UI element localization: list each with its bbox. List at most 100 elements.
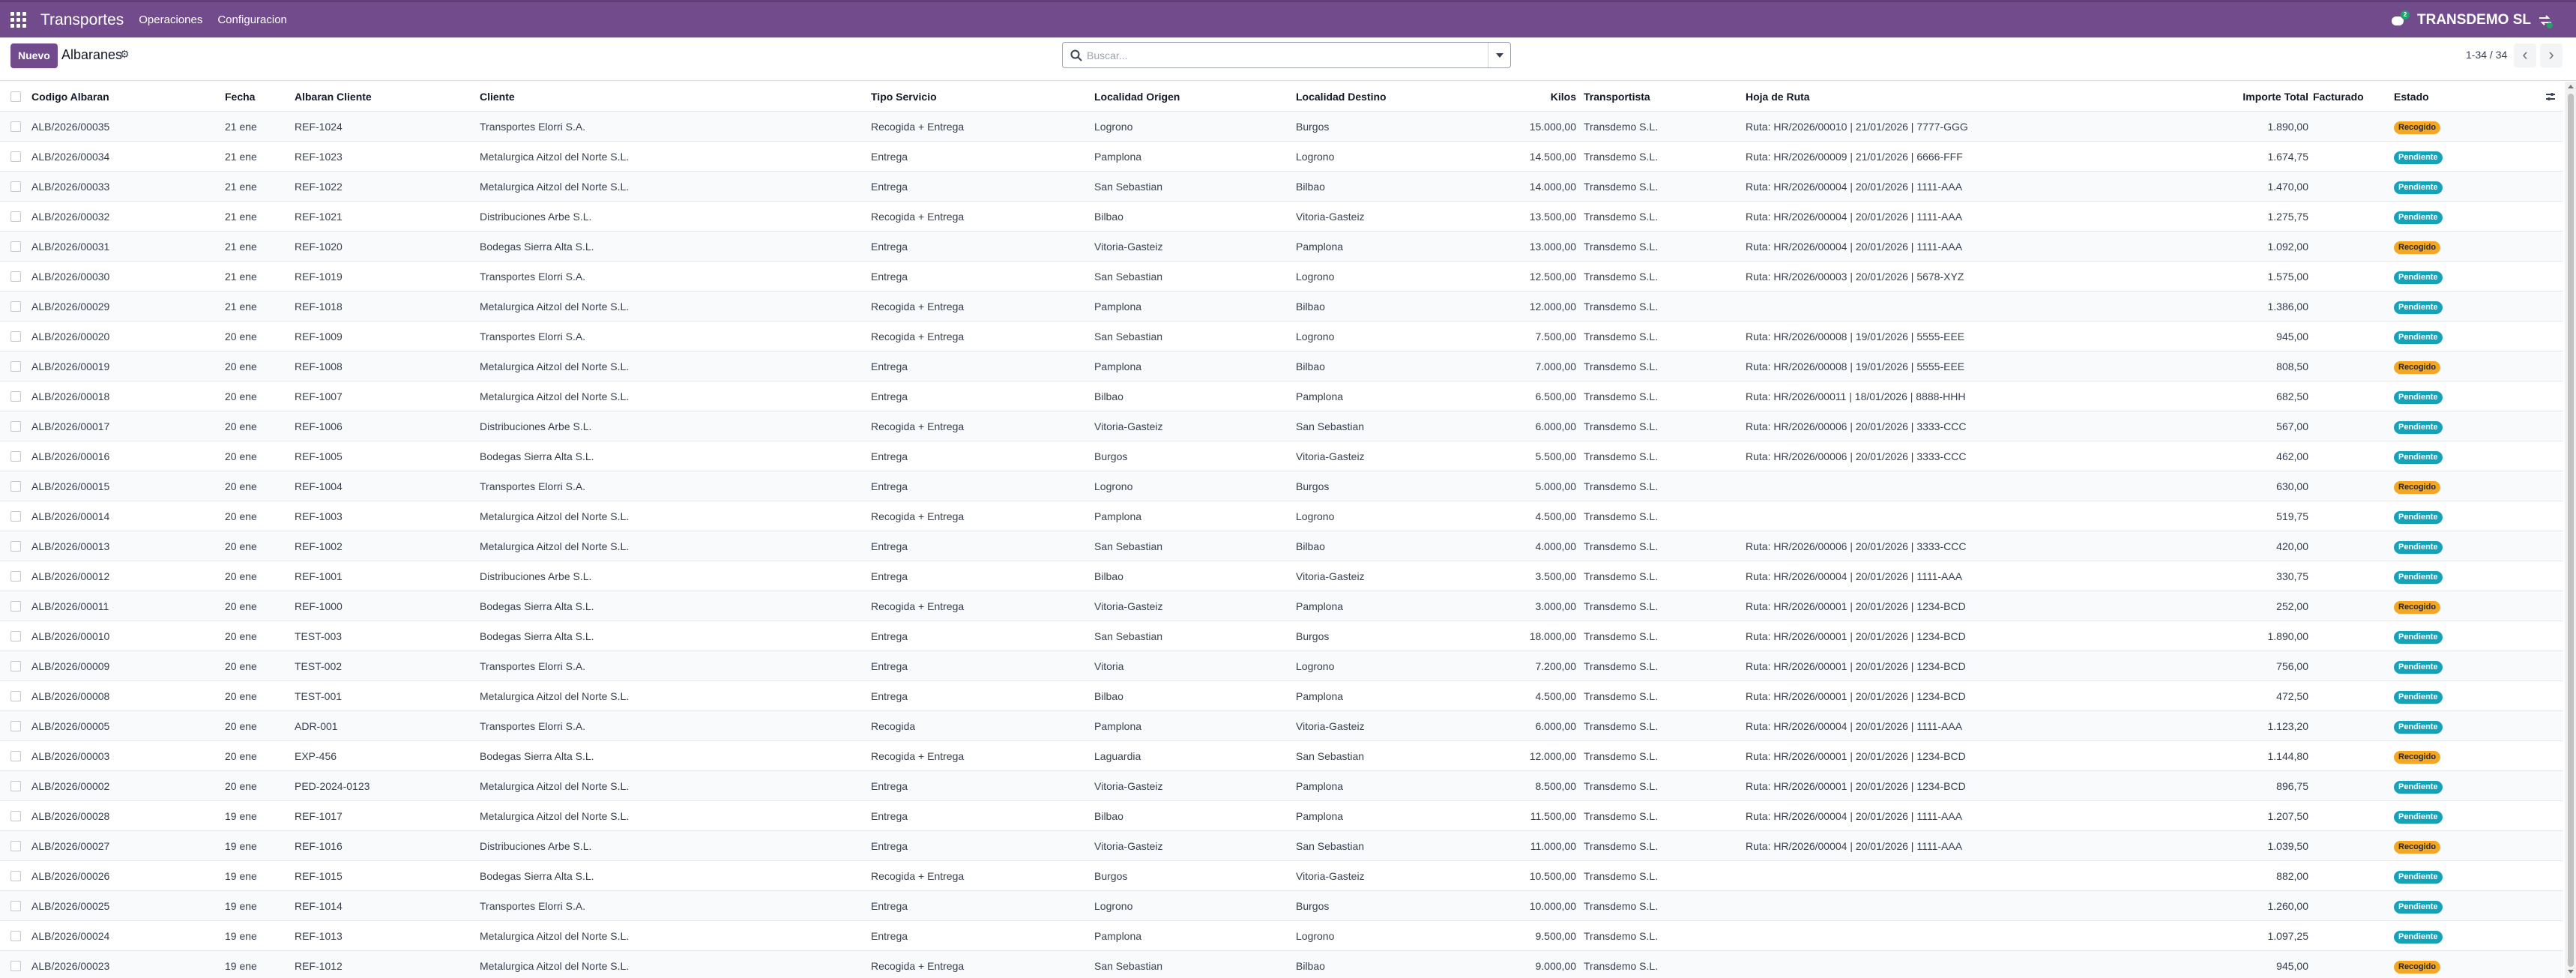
app-title[interactable]: Transportes (40, 11, 124, 29)
column-header-transportista[interactable]: Transportista (1584, 82, 1741, 112)
table-row[interactable]: ALB/2026/00025 19 ene REF-1014 Transportes … (0, 891, 2563, 921)
table-row[interactable]: ALB/2026/00013 20 ene REF-1002 Metalurgica … (0, 531, 2563, 561)
status-badge: Pendiente (2394, 930, 2443, 944)
row-checkbox[interactable] (10, 961, 21, 971)
cell-transportista: Transdemo S.L. (1584, 960, 1659, 972)
column-header-hoja-ruta[interactable]: Hoja de Ruta (1746, 82, 2150, 112)
cell-facturado (2313, 831, 2388, 861)
table-row[interactable]: ALB/2026/00033 21 ene REF-1022 Metalurgica … (0, 172, 2563, 202)
table-row[interactable]: ALB/2026/00003 20 ene EXP-456 Bodegas Sierr… (0, 741, 2563, 771)
table-row[interactable]: ALB/2026/00017 20 ene REF-1006 Distribucion… (0, 411, 2563, 441)
row-checkbox[interactable] (10, 811, 21, 821)
row-checkbox[interactable] (10, 421, 21, 432)
company-switch-icon[interactable] (2537, 12, 2554, 28)
row-checkbox[interactable] (10, 271, 21, 282)
row-checkbox[interactable] (10, 631, 21, 642)
row-checkbox[interactable] (10, 301, 21, 312)
row-checkbox[interactable] (10, 361, 21, 372)
scroll-down-arrow[interactable] (2568, 970, 2574, 974)
table-row[interactable]: ALB/2026/00026 19 ene REF-1015 Bodegas Sier… (0, 861, 2563, 891)
row-checkbox[interactable] (10, 901, 21, 911)
table-row[interactable]: ALB/2026/00002 20 ene PED-2024-0123 Metalur… (0, 771, 2563, 801)
row-checkbox[interactable] (10, 691, 21, 701)
company-switcher[interactable]: TRANSDEMO SL (2417, 12, 2531, 28)
pager-next-button[interactable]: › (2540, 43, 2563, 67)
row-checkbox[interactable] (10, 841, 21, 851)
row-checkbox[interactable] (10, 151, 21, 162)
row-checkbox[interactable] (10, 211, 21, 222)
scrollbar-thumb[interactable] (2568, 94, 2574, 967)
table-row[interactable]: ALB/2026/00029 21 ene REF-1018 Metalurgica … (0, 292, 2563, 322)
table-row[interactable]: ALB/2026/00010 20 ene TEST-003 Bodegas Sier… (0, 621, 2563, 651)
table-row[interactable]: ALB/2026/00024 19 ene REF-1013 Metalurgica … (0, 921, 2563, 951)
new-button[interactable]: Nuevo (10, 43, 58, 68)
pager-value[interactable]: 1-34 / 34 (2466, 49, 2507, 61)
table-row[interactable]: ALB/2026/00035 21 ene REF-1024 Transportes … (0, 112, 2563, 142)
pager-previous-button[interactable]: ‹ (2514, 43, 2536, 67)
cell-estado: Pendiente (2394, 142, 2484, 172)
row-checkbox[interactable] (10, 181, 21, 192)
table-row[interactable]: ALB/2026/00023 19 ene REF-1012 Metalurgica … (0, 951, 2563, 978)
column-header-albaran-cliente[interactable]: Albaran Cliente (295, 82, 474, 112)
cell-tipo-servicio: Entrega (871, 840, 908, 852)
column-header-facturado[interactable]: Facturado (2313, 82, 2388, 112)
column-header-importe[interactable]: Importe Total (2174, 82, 2308, 112)
gear-icon[interactable]: ⚙ (120, 48, 130, 61)
menu-operaciones[interactable]: Operaciones (139, 13, 202, 26)
table-row[interactable]: ALB/2026/00020 20 ene REF-1009 Transportes … (0, 322, 2563, 351)
apps-menu-icon[interactable] (10, 11, 27, 28)
cell-importe-total: 330,75 (2276, 570, 2308, 582)
row-checkbox[interactable] (10, 481, 21, 492)
cell-tipo-servicio: Entrega (871, 690, 908, 702)
table-row[interactable]: ALB/2026/00005 20 ene ADR-001 Transportes E… (0, 711, 2563, 741)
table-row[interactable]: ALB/2026/00027 19 ene REF-1016 Distribucion… (0, 831, 2563, 861)
row-checkbox[interactable] (10, 721, 21, 731)
row-checkbox[interactable] (10, 451, 21, 462)
column-header-origen[interactable]: Localidad Origen (1094, 82, 1289, 112)
table-row[interactable]: ALB/2026/00018 20 ene REF-1007 Metalurgica … (0, 381, 2563, 411)
table-row[interactable]: ALB/2026/00012 20 ene REF-1001 Distribucion… (0, 561, 2563, 591)
row-checkbox[interactable] (10, 601, 21, 612)
cell-importe-total: 1.575,00 (2267, 271, 2309, 283)
row-checkbox[interactable] (10, 751, 21, 761)
table-row[interactable]: ALB/2026/00032 21 ene REF-1021 Distribucion… (0, 202, 2563, 232)
table-row[interactable]: ALB/2026/00028 19 ene REF-1017 Metalurgica … (0, 801, 2563, 831)
column-header-cliente[interactable]: Cliente (480, 82, 862, 112)
row-checkbox[interactable] (10, 781, 21, 791)
table-row[interactable]: ALB/2026/00008 20 ene TEST-001 Metalurgica … (0, 681, 2563, 711)
table-row[interactable]: ALB/2026/00019 20 ene REF-1008 Metalurgica … (0, 351, 2563, 381)
table-row[interactable]: ALB/2026/00030 21 ene REF-1019 Transportes … (0, 262, 2563, 292)
table-row[interactable]: ALB/2026/00015 20 ene REF-1004 Transportes … (0, 471, 2563, 501)
menu-configuracion[interactable]: Configuracion (217, 13, 287, 26)
table-row[interactable]: ALB/2026/00011 20 ene REF-1000 Bodegas Sier… (0, 591, 2563, 621)
table-row[interactable]: ALB/2026/00016 20 ene REF-1005 Bodegas Sier… (0, 441, 2563, 471)
scroll-up-arrow[interactable] (2568, 85, 2574, 88)
row-checkbox[interactable] (10, 541, 21, 552)
row-checkbox[interactable] (10, 931, 21, 941)
column-header-tipo-servicio[interactable]: Tipo Servicio (871, 82, 1088, 112)
table-row[interactable]: ALB/2026/00034 21 ene REF-1023 Metalurgica … (0, 142, 2563, 172)
column-header-kilos[interactable]: Kilos (1491, 82, 1576, 112)
column-header-codigo[interactable]: Codigo Albaran (31, 82, 219, 112)
optional-columns-icon[interactable] (2545, 91, 2557, 103)
column-header-destino[interactable]: Localidad Destino (1296, 82, 1498, 112)
row-checkbox[interactable] (10, 661, 21, 671)
table-row[interactable]: ALB/2026/00031 21 ene REF-1020 Bodegas Sier… (0, 232, 2563, 262)
row-checkbox[interactable] (10, 571, 21, 582)
row-checkbox[interactable] (10, 331, 21, 342)
column-header-fecha[interactable]: Fecha (225, 82, 285, 112)
cell-localidad-destino: Logrono (1296, 330, 1335, 342)
search-options-dropdown[interactable] (1488, 43, 1510, 67)
table-row[interactable]: ALB/2026/00014 20 ene REF-1003 Metalurgica … (0, 501, 2563, 531)
select-all-checkbox[interactable] (10, 91, 21, 102)
row-checkbox[interactable] (10, 121, 21, 132)
search-input[interactable] (1087, 43, 1476, 67)
row-checkbox[interactable] (10, 241, 21, 252)
table-row[interactable]: ALB/2026/00009 20 ene TEST-002 Transportes … (0, 651, 2563, 681)
column-header-estado[interactable]: Estado (2394, 82, 2484, 112)
row-checkbox[interactable] (10, 511, 21, 522)
cell-tipo-servicio: Recogida + Entrega (871, 870, 965, 882)
row-checkbox[interactable] (10, 391, 21, 402)
messaging-icon[interactable]: 2 (2390, 10, 2410, 28)
row-checkbox[interactable] (10, 871, 21, 881)
